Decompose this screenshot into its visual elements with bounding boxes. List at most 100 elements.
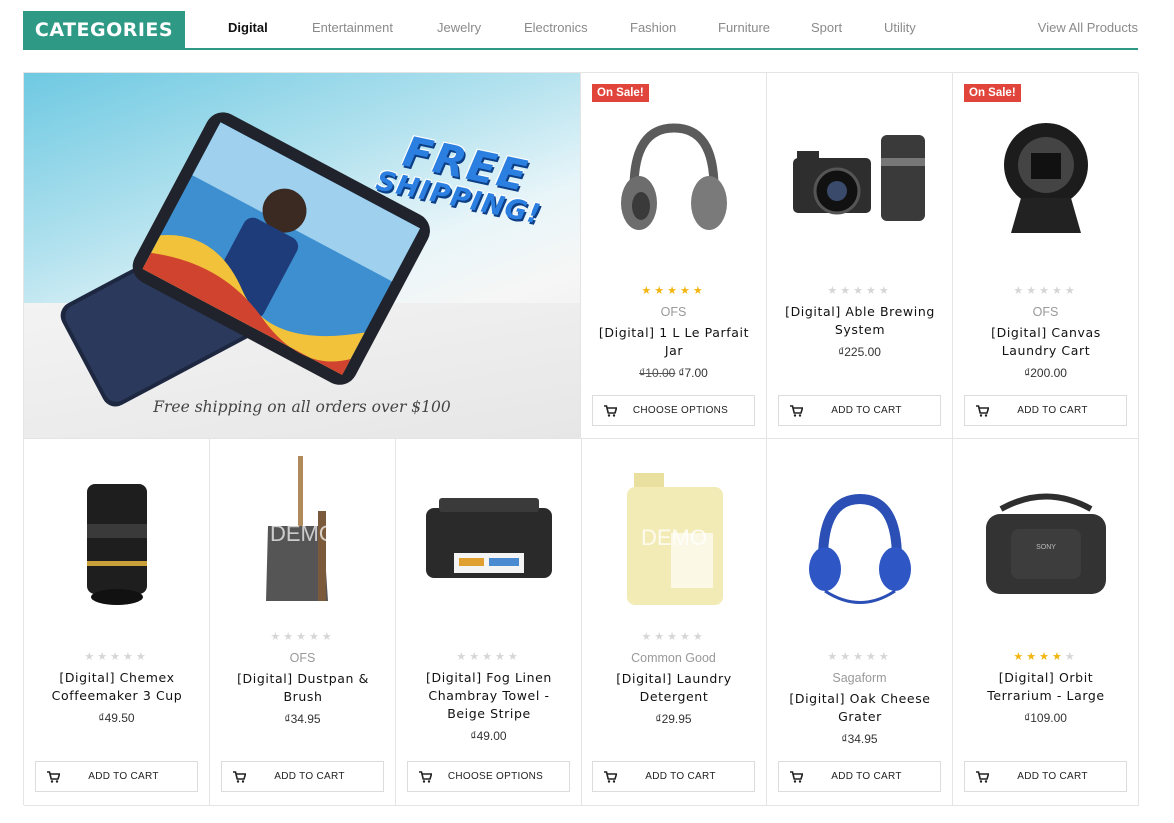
cart-icon	[593, 404, 627, 417]
tab-fashion[interactable]: Fashion	[630, 20, 676, 35]
product-title[interactable]: [Digital] Able Brewing System	[779, 303, 941, 339]
star-icon: ★	[679, 285, 693, 297]
star-icon: ★	[1064, 651, 1078, 663]
add-to-cart-button[interactable]: ADD TO CART	[778, 395, 941, 426]
button-label: ADD TO CART	[831, 405, 902, 416]
star-icon: ★	[679, 631, 693, 643]
product-title[interactable]: [Digital] Orbit Terrarium - Large	[965, 669, 1127, 705]
star-icon: ★	[296, 631, 309, 643]
add-to-cart-button[interactable]: ADD TO CART	[35, 761, 198, 792]
old-price: ₫10.00	[639, 366, 676, 380]
tab-furniture[interactable]: Furniture	[718, 20, 770, 35]
product-price: ₫225.00	[767, 345, 952, 359]
add-to-cart-button[interactable]: ADD TO CART	[221, 761, 384, 792]
star-icon: ★	[654, 285, 668, 297]
product-card[interactable]: ★★★★★ [Digital] Fog Linen Chambray Towel…	[396, 439, 582, 806]
star-icon: ★	[692, 285, 706, 297]
star-icon: ★	[1039, 285, 1052, 297]
tab-electronics[interactable]: Electronics	[524, 20, 588, 35]
demo-watermark: DEMO	[641, 525, 707, 550]
star-icon: ★	[135, 651, 149, 663]
product-title[interactable]: [Digital] Laundry Detergent	[593, 670, 755, 706]
add-to-cart-button[interactable]: ADD TO CART	[778, 761, 941, 792]
tab-sport[interactable]: Sport	[811, 20, 842, 35]
star-icon: ★	[321, 631, 335, 643]
star-icon: ★	[654, 631, 668, 643]
on-sale-badge: On Sale!	[592, 84, 649, 102]
cart-icon	[408, 770, 442, 783]
printer-icon	[426, 498, 552, 578]
button-label: ADD TO CART	[1017, 405, 1088, 416]
product-card[interactable]: On Sale! ★★★★★ OFS [Digital] Canvas Laun…	[953, 73, 1139, 439]
star-icon: ★	[1039, 651, 1052, 663]
star-icon: ★	[507, 651, 521, 663]
product-card[interactable]: DEMO ★★★★★ OFS [Digital] Dustpan & Brush…	[210, 439, 396, 806]
product-title[interactable]: [Digital] Canvas Laundry Cart	[965, 324, 1127, 360]
product-price: ₫49.00	[396, 729, 581, 743]
star-icon: ★	[827, 651, 841, 663]
category-title: CATEGORIES	[23, 11, 185, 49]
product-card[interactable]: SONY ★★★★★ [Digital] Orbit Terrarium - L…	[953, 439, 1139, 806]
product-vendor: OFS	[1032, 305, 1059, 319]
product-card[interactable]: DEMO ★★★★★ Common Good [Digital] Laundry…	[581, 439, 767, 806]
star-icon: ★	[641, 631, 655, 643]
product-price: ₫34.95	[210, 712, 395, 726]
rating-stars: ★★★★★	[396, 650, 581, 663]
camera-lens-kit-icon	[793, 135, 925, 221]
tab-entertainment[interactable]: Entertainment	[312, 20, 393, 35]
choose-options-button[interactable]: CHOOSE OPTIONS	[407, 761, 570, 792]
current-price: ₫225.00	[838, 345, 881, 359]
star-icon: ★	[1013, 651, 1027, 663]
tab-jewelry[interactable]: Jewelry	[437, 20, 481, 35]
product-card[interactable]: On Sale! ★★★★★ OFS [Digital] 1 L Le Parf…	[581, 73, 767, 439]
product-title[interactable]: [Digital] Fog Linen Chambray Towel - Bei…	[408, 669, 570, 723]
product-card[interactable]: ★★★★★ [Digital] Able Brewing System ₫225…	[767, 73, 953, 439]
headphones-blue-icon	[809, 493, 911, 604]
add-to-cart-button[interactable]: ADD TO CART	[592, 761, 755, 792]
product-title[interactable]: [Digital] Chemex Coffeemaker 3 Cup	[36, 669, 198, 705]
add-to-cart-button[interactable]: ADD TO CART	[964, 395, 1127, 426]
star-icon: ★	[494, 651, 508, 663]
headphones-gray-icon	[621, 123, 727, 230]
current-price: ₫34.95	[841, 732, 878, 746]
product-title[interactable]: [Digital] Dustpan & Brush	[222, 670, 384, 706]
star-icon: ★	[283, 631, 297, 643]
product-card[interactable]: ★★★★★ [Digital] Chemex Coffeemaker 3 Cup…	[24, 439, 210, 806]
button-label: CHOOSE OPTIONS	[632, 405, 729, 416]
star-icon: ★	[878, 285, 892, 297]
rating-stars: ★★★★★	[581, 630, 766, 643]
camera-bag-icon: SONY	[986, 493, 1106, 594]
product-price: ₫34.95	[767, 732, 952, 746]
product-vendor: Common Good	[631, 651, 716, 665]
star-icon: ★	[840, 651, 854, 663]
cart-icon	[222, 770, 256, 783]
product-title[interactable]: [Digital] 1 L Le Parfait Jar	[593, 324, 755, 360]
tab-digital[interactable]: Digital	[228, 20, 268, 35]
star-icon: ★	[853, 285, 866, 297]
button-label: ADD TO CART	[88, 771, 159, 782]
star-icon: ★	[1051, 285, 1065, 297]
star-icon: ★	[456, 651, 470, 663]
product-price: ₫200.00	[953, 366, 1138, 380]
tab-utility[interactable]: Utility	[884, 20, 916, 35]
rating-stars: ★★★★★	[953, 284, 1138, 297]
cart-icon	[593, 770, 627, 783]
star-icon: ★	[1026, 651, 1040, 663]
add-to-cart-button[interactable]: ADD TO CART	[964, 761, 1127, 792]
svg-text:SONY: SONY	[1036, 544, 1056, 551]
star-icon: ★	[469, 651, 483, 663]
star-icon: ★	[308, 631, 322, 643]
current-price: ₫200.00	[1024, 366, 1067, 380]
product-card[interactable]: ★★★★★ Sagaform [Digital] Oak Cheese Grat…	[767, 439, 953, 806]
rating-stars: ★★★★★	[581, 284, 766, 297]
star-icon: ★	[878, 651, 892, 663]
cart-icon	[965, 770, 999, 783]
lens-adapter-icon	[1004, 123, 1088, 233]
product-title[interactable]: [Digital] Oak Cheese Grater	[779, 690, 941, 726]
star-icon: ★	[692, 631, 706, 643]
star-icon: ★	[1064, 285, 1078, 297]
current-price: ₫7.00	[678, 366, 708, 380]
choose-options-button[interactable]: CHOOSE OPTIONS	[592, 395, 755, 426]
view-all-products-link[interactable]: View All Products	[1038, 20, 1138, 35]
free-shipping-banner[interactable]: FREE SHIPPING! Free shipping on all orde…	[24, 73, 581, 439]
